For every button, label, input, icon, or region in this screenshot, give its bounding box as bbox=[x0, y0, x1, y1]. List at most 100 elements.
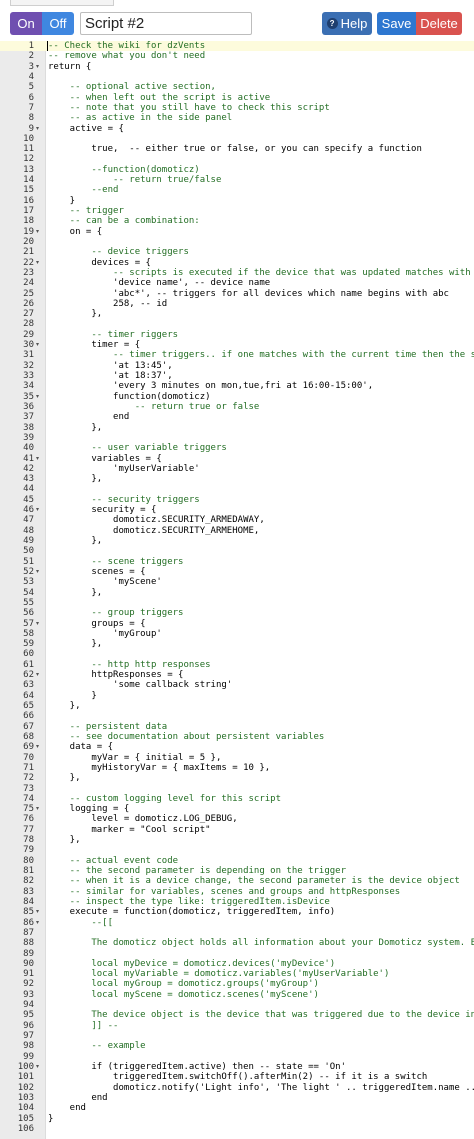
code-line[interactable]: 74 -- custom logging level for this scri… bbox=[0, 794, 474, 804]
code-line[interactable]: 67 -- persistent data bbox=[0, 722, 474, 732]
code-line[interactable]: 94 bbox=[0, 1000, 474, 1010]
code-line[interactable]: 69 ▾ data = { bbox=[0, 742, 474, 752]
code-line[interactable]: 50 bbox=[0, 546, 474, 556]
fold-arrow-icon[interactable]: ▾ bbox=[36, 918, 44, 928]
code-line[interactable]: 60 bbox=[0, 649, 474, 659]
code-line[interactable]: 17 -- trigger bbox=[0, 206, 474, 216]
code-line[interactable]: 26 258, -- id bbox=[0, 299, 474, 309]
fold-arrow-icon[interactable]: ▾ bbox=[36, 62, 44, 72]
code-line[interactable]: 38 }, bbox=[0, 423, 474, 433]
code-line[interactable]: 76 level = domoticz.LOG_DEBUG, bbox=[0, 814, 474, 824]
code-line[interactable]: 46 ▾ security = { bbox=[0, 505, 474, 515]
code-line[interactable]: 51 -- scene triggers bbox=[0, 557, 474, 567]
fold-arrow-icon[interactable]: ▾ bbox=[36, 742, 44, 752]
code-line[interactable]: 18 -- can be a combination: bbox=[0, 216, 474, 226]
code-line[interactable]: 78 }, bbox=[0, 835, 474, 845]
code-line[interactable]: 31 -- timer triggers.. if one matches wi… bbox=[0, 350, 474, 360]
code-line[interactable]: 29 -- timer riggers bbox=[0, 330, 474, 340]
fold-arrow-icon[interactable]: ▾ bbox=[36, 392, 44, 402]
code-line[interactable]: 64 } bbox=[0, 691, 474, 701]
fold-arrow-icon[interactable]: ▾ bbox=[36, 505, 44, 515]
code-line[interactable]: 1 -- Check the wiki for dzVents bbox=[0, 41, 474, 52]
code-line[interactable]: 62 ▾ httpResponses = { bbox=[0, 670, 474, 680]
code-line[interactable]: 93 local myScene = domoticz.scenes('mySc… bbox=[0, 990, 474, 1000]
code-line[interactable]: 88 The domoticz object holds all informa… bbox=[0, 938, 474, 948]
code-line[interactable]: 83 -- similar for variables, scenes and … bbox=[0, 887, 474, 897]
code-line[interactable]: 61 -- http http responses bbox=[0, 660, 474, 670]
code-line[interactable]: 75 ▾ logging = { bbox=[0, 804, 474, 814]
code-line[interactable]: 43 }, bbox=[0, 474, 474, 484]
code-line[interactable]: 58 'myGroup' bbox=[0, 629, 474, 639]
code-line[interactable]: 27 }, bbox=[0, 309, 474, 319]
code-line[interactable]: 99 bbox=[0, 1052, 474, 1062]
code-line[interactable]: 86 ▾ --[[ bbox=[0, 918, 474, 928]
code-line[interactable]: 72 }, bbox=[0, 773, 474, 783]
code-line[interactable]: 32 'at 13:45', bbox=[0, 361, 474, 371]
fold-arrow-icon[interactable]: ▾ bbox=[36, 804, 44, 814]
code-line[interactable]: 81 -- the second parameter is depending … bbox=[0, 866, 474, 876]
code-line[interactable]: 66 bbox=[0, 711, 474, 721]
delete-button[interactable]: Delete bbox=[416, 12, 462, 35]
code-line[interactable]: 37 end bbox=[0, 412, 474, 422]
code-line[interactable]: 92 local myGroup = domoticz.groups('myGr… bbox=[0, 979, 474, 989]
off-button[interactable]: Off bbox=[42, 12, 74, 35]
fold-arrow-icon[interactable]: ▾ bbox=[36, 454, 44, 464]
code-line[interactable]: 42 'myUserVariable' bbox=[0, 464, 474, 474]
code-line[interactable]: 89 bbox=[0, 949, 474, 959]
code-line[interactable]: 22 ▾ devices = { bbox=[0, 258, 474, 268]
fold-arrow-icon[interactable]: ▾ bbox=[36, 670, 44, 680]
code-line[interactable]: 11 true, -- either true or false, or you… bbox=[0, 144, 474, 154]
code-line[interactable]: 100 ▾ if (triggeredItem.active) then -- s… bbox=[0, 1062, 474, 1072]
on-button[interactable]: On bbox=[10, 12, 42, 35]
code-line[interactable]: 52 ▾ scenes = { bbox=[0, 567, 474, 577]
code-line[interactable]: 5 -- optional active section, bbox=[0, 82, 474, 92]
code-line[interactable]: 96 ]] -- bbox=[0, 1021, 474, 1031]
code-line[interactable]: 87 bbox=[0, 928, 474, 938]
code-line[interactable]: 40 -- user variable triggers bbox=[0, 443, 474, 453]
code-line[interactable]: 34 'every 3 minutes on mon,tue,fri at 16… bbox=[0, 381, 474, 391]
code-line[interactable]: 90 local myDevice = domoticz.devices('my… bbox=[0, 959, 474, 969]
code-line[interactable]: 104 end bbox=[0, 1103, 474, 1113]
code-line[interactable]: 47 domoticz.SECURITY_ARMEDAWAY, bbox=[0, 515, 474, 525]
code-line[interactable]: 55 bbox=[0, 598, 474, 608]
code-line[interactable]: 101 triggeredItem.switchOff().afterMin(2… bbox=[0, 1072, 474, 1082]
fold-arrow-icon[interactable]: ▾ bbox=[36, 258, 44, 268]
code-line[interactable]: 54 }, bbox=[0, 588, 474, 598]
fold-arrow-icon[interactable]: ▾ bbox=[36, 1062, 44, 1072]
code-line[interactable]: 103 end bbox=[0, 1093, 474, 1103]
code-line[interactable]: 28 bbox=[0, 319, 474, 329]
code-line[interactable]: 12 bbox=[0, 154, 474, 164]
code-line[interactable]: 24 'device name', -- device name bbox=[0, 278, 474, 288]
fold-arrow-icon[interactable]: ▾ bbox=[36, 227, 44, 237]
code-line[interactable]: 36 -- return true or false bbox=[0, 402, 474, 412]
code-line[interactable]: 68 -- see documentation about persistent… bbox=[0, 732, 474, 742]
code-line[interactable]: 56 -- group triggers bbox=[0, 608, 474, 618]
code-line[interactable]: 41 ▾ variables = { bbox=[0, 454, 474, 464]
code-line[interactable]: 21 -- device triggers bbox=[0, 247, 474, 257]
code-line[interactable]: 106 bbox=[0, 1124, 474, 1134]
code-line[interactable]: 3 ▾ return { bbox=[0, 62, 474, 72]
fold-arrow-icon[interactable]: ▾ bbox=[36, 340, 44, 350]
code-line[interactable]: 95 The device object is the device that … bbox=[0, 1010, 474, 1020]
code-line[interactable]: 70 myVar = { initial = 5 }, bbox=[0, 753, 474, 763]
code-line[interactable]: 65 }, bbox=[0, 701, 474, 711]
fold-arrow-icon[interactable]: ▾ bbox=[36, 124, 44, 134]
code-line[interactable]: 53 'myScene' bbox=[0, 577, 474, 587]
code-line[interactable]: 23 -- scripts is executed if the device … bbox=[0, 268, 474, 278]
code-line[interactable]: 71 myHistoryVar = { maxItems = 10 }, bbox=[0, 763, 474, 773]
script-name-input[interactable] bbox=[80, 12, 252, 35]
code-line[interactable]: 91 local myVariable = domoticz.variables… bbox=[0, 969, 474, 979]
code-line[interactable]: 49 }, bbox=[0, 536, 474, 546]
code-line[interactable]: 2 -- remove what you don't need bbox=[0, 51, 474, 61]
code-line[interactable]: 10 bbox=[0, 134, 474, 144]
fold-arrow-icon[interactable]: ▾ bbox=[36, 907, 44, 917]
code-line[interactable]: 19 ▾ on = { bbox=[0, 227, 474, 237]
code-line[interactable]: 25 'abc*', -- triggers for all devices w… bbox=[0, 289, 474, 299]
save-button[interactable]: Save bbox=[377, 12, 416, 35]
code-line[interactable]: 63 'some callback string' bbox=[0, 680, 474, 690]
code-line[interactable]: 45 -- security triggers bbox=[0, 495, 474, 505]
code-line[interactable]: 6 -- when left out the script is active bbox=[0, 93, 474, 103]
code-line[interactable]: 4 bbox=[0, 72, 474, 82]
code-line[interactable]: 7 -- note that you still have to check t… bbox=[0, 103, 474, 113]
code-line[interactable]: 8 -- as active in the side panel bbox=[0, 113, 474, 123]
